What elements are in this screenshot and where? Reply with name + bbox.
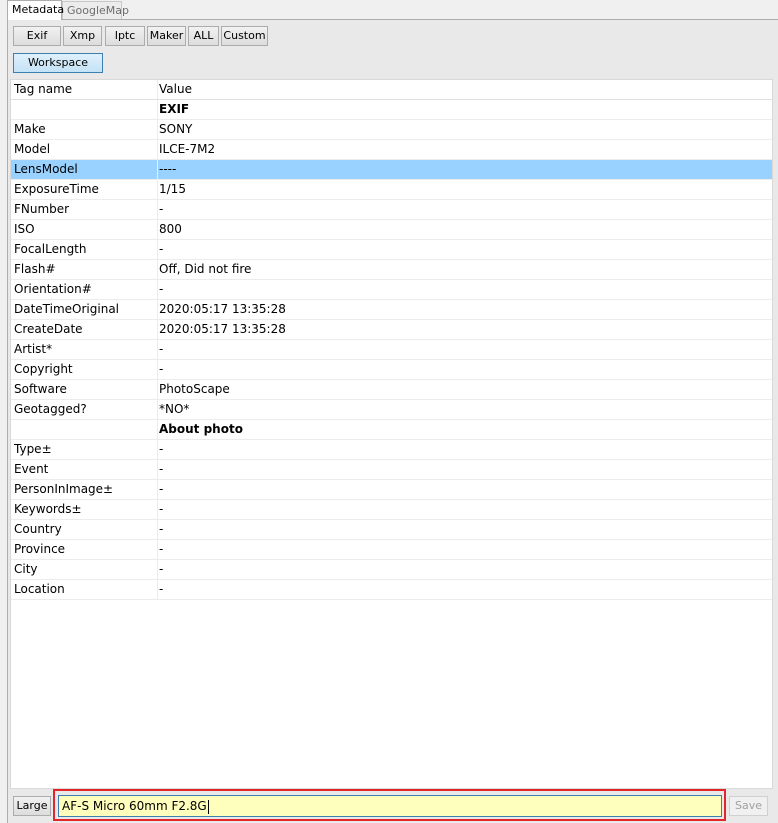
value-cell: -	[159, 482, 164, 496]
table-row[interactable]: Copyright -	[11, 360, 772, 380]
table-row[interactable]: City -	[11, 560, 772, 580]
table-row[interactable]: FocalLength -	[11, 240, 772, 260]
column-header-value[interactable]: Value	[155, 80, 759, 99]
tag-name-cell: DateTimeOriginal	[11, 300, 158, 319]
table-row[interactable]: Province -	[11, 540, 772, 560]
tag-name-cell: ISO	[11, 220, 158, 239]
tag-name-cell: Province	[11, 540, 158, 559]
value-cell: -	[159, 542, 164, 556]
table-row[interactable]: LensModel ----	[11, 160, 772, 180]
tag-name-cell: City	[11, 560, 158, 579]
value-cell: -	[159, 562, 164, 576]
metadata-grid[interactable]: Tag name Value EXIF Make SONY Model ILCE-7M2…	[10, 79, 773, 789]
section-title: About photo	[159, 422, 243, 436]
tag-name-cell: Country	[11, 520, 158, 539]
table-row[interactable]: Location -	[11, 580, 772, 600]
save-button[interactable]: Save	[729, 796, 768, 816]
tag-name-cell: Flash#	[11, 260, 158, 279]
table-row[interactable]: Keywords± -	[11, 500, 772, 520]
text-caret	[207, 799, 209, 814]
tag-name-cell: FNumber	[11, 200, 158, 219]
exif-button[interactable]: Exif	[13, 26, 61, 46]
all-button[interactable]: ALL	[188, 26, 219, 46]
tag-name-cell	[11, 100, 158, 119]
value-cell: 1/15	[159, 182, 186, 196]
section-title: EXIF	[159, 102, 190, 116]
table-row[interactable]: Type± -	[11, 440, 772, 460]
tag-name-cell: ExposureTime	[11, 180, 158, 199]
value-cell: *NO*	[159, 402, 190, 416]
value-cell: 2020:05:17 13:35:28	[159, 322, 286, 336]
xmp-button[interactable]: Xmp	[63, 26, 102, 46]
table-row[interactable]: Artist* -	[11, 340, 772, 360]
tag-name-cell: Location	[11, 580, 158, 599]
tag-name-cell: FocalLength	[11, 240, 158, 259]
value-cell: -	[159, 502, 164, 516]
tag-name-cell: Type±	[11, 440, 158, 459]
table-row[interactable]: ExposureTime 1/15	[11, 180, 772, 200]
value-cell: -	[159, 342, 164, 356]
value-cell: -	[159, 242, 164, 256]
table-row[interactable]: ISO 800	[11, 220, 772, 240]
iptc-button[interactable]: Iptc	[105, 26, 145, 46]
value-cell: Off, Did not fire	[159, 262, 252, 276]
table-row[interactable]: PersonInImage± -	[11, 480, 772, 500]
table-row[interactable]: Model ILCE-7M2	[11, 140, 772, 160]
value-cell: -	[159, 362, 164, 376]
table-row[interactable]: Orientation# -	[11, 280, 772, 300]
section-header-row[interactable]: About photo	[11, 420, 772, 440]
value-cell: -	[159, 522, 164, 536]
tab-metadata[interactable]: Metadata	[7, 0, 64, 20]
value-cell: ----	[159, 162, 177, 176]
table-row[interactable]: Geotagged? *NO*	[11, 400, 772, 420]
tag-name-cell: Geotagged?	[11, 400, 158, 419]
tag-name-cell: Orientation#	[11, 280, 158, 299]
edit-value-text: AF-S Micro 60mm F2.8G	[62, 799, 207, 813]
tag-name-cell: PersonInImage±	[11, 480, 158, 499]
value-edit-field[interactable]: AF-S Micro 60mm F2.8G	[58, 795, 722, 817]
tag-name-cell: Artist*	[11, 340, 158, 359]
value-cell: -	[159, 442, 164, 456]
tab-googlemap[interactable]: GoogleMap	[62, 1, 129, 19]
value-cell: -	[159, 582, 164, 596]
tag-name-cell: Software	[11, 380, 158, 399]
value-cell: -	[159, 202, 164, 216]
tag-name-cell: Keywords±	[11, 500, 158, 519]
value-cell: -	[159, 462, 164, 476]
value-cell: -	[159, 282, 164, 296]
table-row[interactable]: Flash# Off, Did not fire	[11, 260, 772, 280]
table-row[interactable]: Software PhotoScape	[11, 380, 772, 400]
table-row[interactable]: CreateDate 2020:05:17 13:35:28	[11, 320, 772, 340]
table-row[interactable]: FNumber -	[11, 200, 772, 220]
section-header-row[interactable]: EXIF	[11, 100, 772, 120]
custom-button[interactable]: Custom	[221, 26, 268, 46]
tag-name-cell: Event	[11, 460, 158, 479]
tab-strip: Metadata GoogleMap	[0, 0, 778, 20]
tag-name-cell: CreateDate	[11, 320, 158, 339]
workspace-button[interactable]: Workspace	[13, 53, 103, 73]
value-cell: SONY	[159, 122, 193, 136]
value-cell: 800	[159, 222, 182, 236]
large-button[interactable]: Large	[13, 796, 51, 816]
value-cell: 2020:05:17 13:35:28	[159, 302, 286, 316]
table-row[interactable]: Event -	[11, 460, 772, 480]
table-row[interactable]: Country -	[11, 520, 772, 540]
value-cell: PhotoScape	[159, 382, 230, 396]
column-header-tag-name[interactable]: Tag name	[11, 80, 158, 99]
tag-name-cell: LensModel	[11, 160, 158, 179]
table-row[interactable]: DateTimeOriginal 2020:05:17 13:35:28	[11, 300, 772, 320]
value-cell: ILCE-7M2	[159, 142, 216, 156]
tag-name-cell	[11, 420, 158, 439]
tag-name-cell: Make	[11, 120, 158, 139]
grid-body: EXIF Make SONY Model ILCE-7M2 LensModel ---- Ex…	[11, 100, 772, 600]
maker-button[interactable]: Maker	[147, 26, 186, 46]
table-row[interactable]: Make SONY	[11, 120, 772, 140]
tag-name-cell: Model	[11, 140, 158, 159]
tag-name-cell: Copyright	[11, 360, 158, 379]
grid-header-row: Tag name Value	[11, 80, 772, 100]
